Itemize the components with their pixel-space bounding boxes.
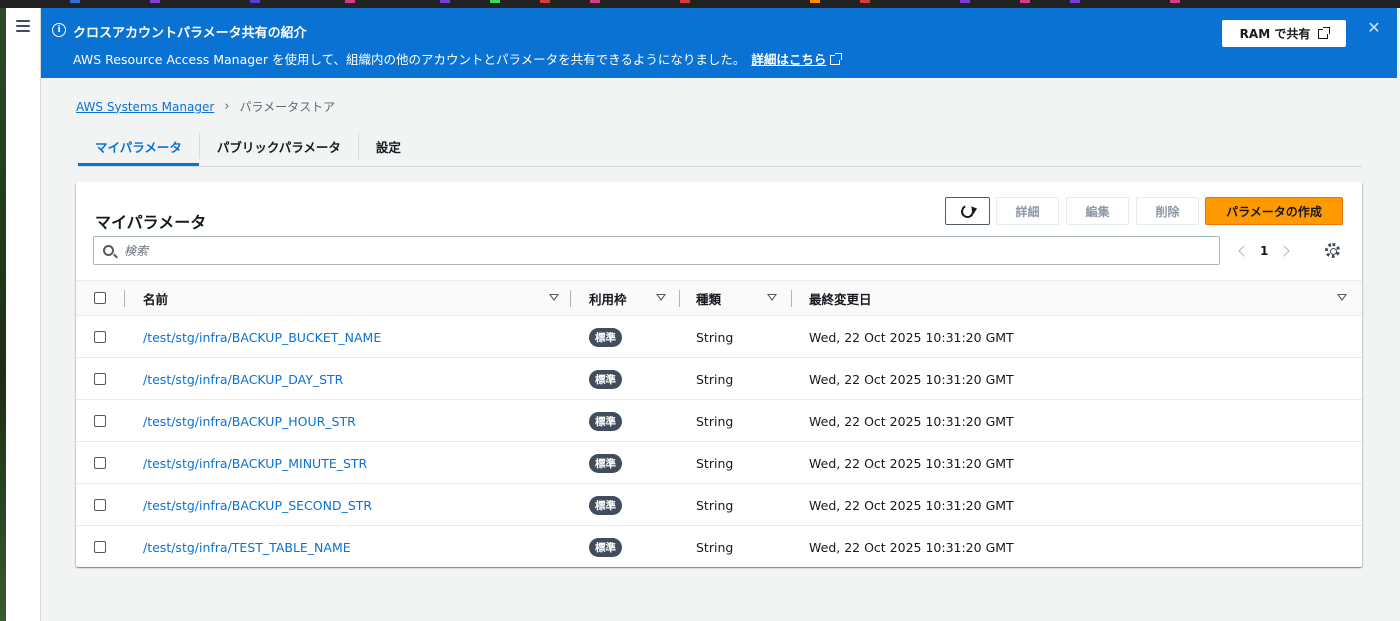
tier-badge: 標準: [589, 537, 622, 557]
hamburger-menu-icon[interactable]: [16, 20, 30, 32]
tier-badge: 標準: [589, 369, 622, 389]
parameter-type: String: [696, 413, 734, 429]
sort-icon[interactable]: [656, 294, 666, 301]
search-icon: [103, 245, 114, 256]
last-modified-date: Wed, 22 Oct 2025 10:31:20 GMT: [809, 497, 1014, 513]
table-row: /test/stg/infra/TEST_TABLE_NAME 標準 Strin…: [76, 526, 1362, 568]
tab-bar: マイパラメータ パブリックパラメータ 設定: [78, 126, 1362, 167]
column-divider: [679, 290, 680, 307]
last-modified-date: Wed, 22 Oct 2025 10:31:20 GMT: [809, 329, 1014, 345]
info-icon: i: [52, 23, 66, 37]
tab-settings[interactable]: 設定: [359, 126, 418, 166]
view-details-button[interactable]: 詳細: [996, 197, 1059, 225]
chevron-right-icon: ›: [224, 99, 230, 114]
tier-badge: 標準: [589, 453, 622, 473]
last-modified-date: Wed, 22 Oct 2025 10:31:20 GMT: [809, 413, 1014, 429]
column-header-type[interactable]: 種類: [696, 281, 721, 315]
last-modified-date: Wed, 22 Oct 2025 10:31:20 GMT: [809, 539, 1014, 555]
parameter-name-link[interactable]: /test/stg/infra/BACKUP_BUCKET_NAME: [143, 330, 381, 345]
chevron-left-icon[interactable]: [1238, 245, 1250, 257]
close-icon[interactable]: ✕: [1366, 20, 1382, 36]
select-all-checkbox[interactable]: [94, 292, 106, 304]
row-checkbox[interactable]: [94, 415, 106, 427]
last-modified-date: Wed, 22 Oct 2025 10:31:20 GMT: [809, 455, 1014, 471]
parameter-name-link[interactable]: /test/stg/infra/BACKUP_HOUR_STR: [143, 414, 356, 429]
column-header-name[interactable]: 名前: [143, 281, 168, 315]
breadcrumb-parameter-store: パラメータストア: [239, 100, 336, 114]
info-flashbar: i クロスアカウントパラメータ共有の紹介 AWS Resource Access…: [41, 8, 1397, 78]
flash-title: クロスアカウントパラメータ共有の紹介: [73, 26, 307, 41]
tier-badge: 標準: [589, 495, 622, 515]
column-divider: [124, 290, 125, 307]
parameter-name-link[interactable]: /test/stg/infra/BACKUP_SECOND_STR: [143, 498, 372, 513]
flash-message: AWS Resource Access Manager を使用して、組織内の他の…: [73, 49, 843, 68]
delete-button[interactable]: 削除: [1136, 197, 1199, 225]
table-row: /test/stg/infra/BACKUP_DAY_STR 標準 String…: [76, 358, 1362, 400]
breadcrumb: AWS Systems Manager › パラメータストア: [76, 98, 335, 115]
create-parameter-button[interactable]: パラメータの作成: [1205, 197, 1343, 225]
column-header-tier[interactable]: 利用枠: [589, 281, 627, 315]
ram-button-label: RAM で共有: [1239, 27, 1311, 41]
parameter-type: String: [696, 539, 734, 555]
external-link-icon: [1318, 26, 1331, 39]
os-top-strip: [0, 0, 1400, 8]
pagination: 1: [1236, 240, 1291, 262]
edit-button[interactable]: 編集: [1066, 197, 1129, 225]
row-checkbox[interactable]: [94, 499, 106, 511]
side-navigation: [6, 8, 41, 621]
table-row: /test/stg/infra/BACKUP_HOUR_STR 標準 Strin…: [76, 400, 1362, 442]
parameter-type: String: [696, 329, 734, 345]
tier-badge: 標準: [589, 327, 622, 347]
table-row: /test/stg/infra/BACKUP_SECOND_STR 標準 Str…: [76, 484, 1362, 526]
parameter-type: String: [696, 455, 734, 471]
column-header-last-modified[interactable]: 最終変更日: [809, 281, 872, 315]
external-link-icon: [830, 53, 843, 65]
row-checkbox[interactable]: [94, 457, 106, 469]
search-field[interactable]: [93, 236, 1220, 265]
sort-icon[interactable]: [1337, 294, 1347, 301]
row-checkbox[interactable]: [94, 373, 106, 385]
tab-my-parameters[interactable]: マイパラメータ: [78, 126, 199, 166]
table-header: 名前 利用枠 種類 最終変更日: [76, 280, 1362, 316]
share-with-ram-button[interactable]: RAM で共有: [1222, 20, 1346, 47]
chevron-right-icon[interactable]: [1278, 245, 1291, 257]
main-content: i クロスアカウントパラメータ共有の紹介 AWS Resource Access…: [41, 8, 1400, 621]
current-page-number[interactable]: 1: [1260, 244, 1268, 258]
last-modified-date: Wed, 22 Oct 2025 10:31:20 GMT: [809, 371, 1014, 387]
breadcrumb-systems-manager[interactable]: AWS Systems Manager: [76, 100, 214, 114]
sort-icon[interactable]: [549, 294, 559, 301]
gear-icon[interactable]: [1325, 243, 1340, 258]
row-checkbox[interactable]: [94, 541, 106, 553]
search-input[interactable]: [124, 243, 1184, 258]
flash-message-text: AWS Resource Access Manager を使用して、組織内の他の…: [73, 52, 746, 67]
learn-more-label: 詳細はこちら: [751, 52, 827, 67]
parameter-name-link[interactable]: /test/stg/infra/TEST_TABLE_NAME: [143, 540, 351, 555]
parameters-panel: マイパラメータ 詳細 編集 削除 パラメータの作成 1 名前 利用枠: [76, 182, 1362, 567]
column-divider: [570, 290, 571, 307]
refresh-icon: [959, 202, 976, 220]
parameter-type: String: [696, 497, 734, 513]
refresh-button[interactable]: [945, 197, 990, 225]
parameter-name-link[interactable]: /test/stg/infra/BACKUP_DAY_STR: [143, 372, 343, 387]
column-divider: [791, 290, 792, 307]
table-row: /test/stg/infra/BACKUP_BUCKET_NAME 標準 St…: [76, 316, 1362, 358]
parameter-type: String: [696, 371, 734, 387]
panel-title: マイパラメータ: [95, 213, 207, 232]
sort-icon[interactable]: [767, 294, 777, 301]
tab-public-parameters[interactable]: パブリックパラメータ: [200, 126, 358, 166]
tier-badge: 標準: [589, 411, 622, 431]
parameter-name-link[interactable]: /test/stg/infra/BACKUP_MINUTE_STR: [143, 456, 367, 471]
table-row: /test/stg/infra/BACKUP_MINUTE_STR 標準 Str…: [76, 442, 1362, 484]
learn-more-link[interactable]: 詳細はこちら: [751, 52, 843, 67]
parameters-table: 名前 利用枠 種類 最終変更日 /test/stg/infra/BACKUP_B…: [76, 280, 1362, 568]
row-checkbox[interactable]: [94, 331, 106, 343]
